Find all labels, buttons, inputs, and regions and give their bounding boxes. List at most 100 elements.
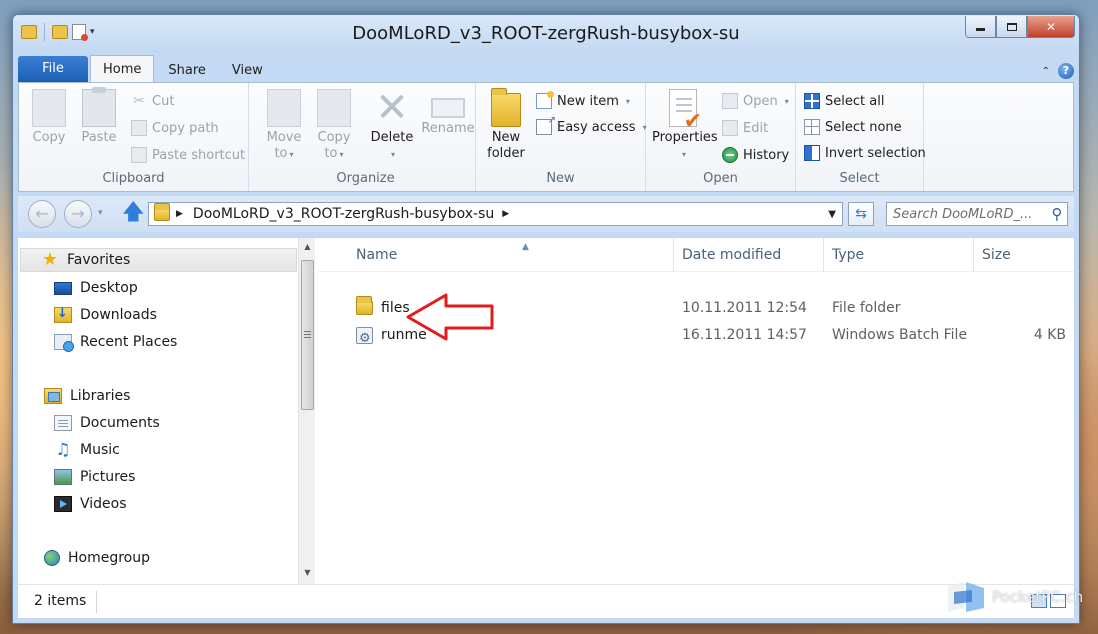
title-bar: ▾ DooMLoRD_v3_ROOT-zergRush-busybox-su ✕ — [13, 15, 1079, 53]
copy-label: Copy — [32, 130, 66, 145]
red-arrow-annotation — [406, 293, 494, 341]
status-divider — [96, 591, 97, 613]
rename-button[interactable]: Rename — [420, 89, 476, 137]
delete-chevron-down-icon: ▾ — [390, 150, 395, 159]
tab-share[interactable]: Share — [156, 59, 218, 83]
history-label: History — [743, 147, 790, 163]
recent-locations-chevron-down-icon[interactable]: ▾ — [98, 208, 103, 218]
star-icon: ★ — [41, 249, 59, 270]
scroll-up-arrow-icon[interactable]: ▲ — [299, 242, 316, 251]
new-item-button[interactable]: New item ▾ — [536, 91, 630, 111]
copy-path-button[interactable]: Copy path — [131, 118, 219, 138]
nav-documents[interactable]: Documents — [54, 411, 160, 435]
breadcrumb-chevron-icon[interactable]: ▶ — [502, 209, 509, 219]
watermark: PocketPC.ch — [944, 580, 1083, 614]
properties-button[interactable]: Properties ▾ — [652, 89, 718, 163]
nav-documents-label: Documents — [80, 415, 160, 431]
invert-selection-button[interactable]: Invert selection — [804, 143, 926, 163]
paste-shortcut-icon — [131, 147, 147, 163]
file-list: Name ▲ Date modified Type Size files 10.… — [318, 238, 1074, 584]
navigation-pane-scrollbar[interactable]: ▲ ▼ — [298, 238, 315, 584]
navigation-bar: ← → ▾ 🡅 ▶ DooMLoRD_v3_ROOT-zergRush-busy… — [18, 196, 1074, 232]
nav-music-label: Music — [80, 442, 120, 458]
minimize-button[interactable] — [965, 16, 996, 38]
maximize-button[interactable] — [996, 16, 1027, 38]
breadcrumb-current-folder[interactable]: DooMLoRD_v3_ROOT-zergRush-busybox-su — [193, 206, 494, 222]
file-type: Windows Batch File — [832, 327, 968, 343]
downloads-icon — [54, 306, 72, 323]
scrollbar-thumb[interactable] — [301, 260, 314, 410]
scroll-down-arrow-icon[interactable]: ▼ — [299, 568, 316, 577]
file-date: 10.11.2011 12:54 — [682, 300, 807, 316]
tab-home[interactable]: Home — [90, 55, 155, 83]
edit-label: Edit — [743, 120, 769, 136]
copy-path-icon — [131, 120, 147, 136]
copy-to-button[interactable]: Copy to ▾ — [310, 89, 358, 163]
nav-pictures[interactable]: Pictures — [54, 465, 135, 489]
select-all-button[interactable]: Select all — [804, 91, 884, 111]
copy-button[interactable]: Copy — [25, 89, 73, 146]
libraries-icon — [44, 388, 62, 404]
column-header-name[interactable]: Name ▲ — [348, 238, 674, 272]
history-button[interactable]: History — [722, 145, 789, 165]
paste-button[interactable]: Paste — [75, 87, 123, 146]
nav-favorites[interactable]: ★ Favorites — [20, 248, 297, 272]
open-button[interactable]: Open ▾ — [722, 91, 789, 111]
refresh-button[interactable]: ⇆ — [848, 202, 874, 226]
help-icon[interactable]: ? — [1058, 63, 1074, 79]
rename-icon — [431, 98, 465, 118]
back-button[interactable]: ← — [28, 200, 56, 228]
nav-libraries[interactable]: Libraries — [44, 384, 130, 408]
easy-access-icon — [536, 115, 556, 135]
forward-button[interactable]: → — [64, 200, 92, 228]
new-item-label: New item — [557, 93, 619, 109]
new-item-chevron-down-icon: ▾ — [625, 96, 630, 106]
minimize-ribbon-chevron-icon[interactable]: ⌃ — [1042, 66, 1050, 77]
address-history-chevron-down-icon[interactable]: ▼ — [822, 209, 842, 220]
nav-downloads-label: Downloads — [80, 307, 157, 323]
ribbon-tabs: File Home Share View ⌃ ? — [18, 55, 1074, 83]
nav-recent-places-label: Recent Places — [80, 334, 178, 350]
invert-selection-icon — [804, 145, 820, 161]
new-folder-label: New — [491, 130, 521, 145]
column-header-type[interactable]: Type — [824, 238, 974, 272]
item-count: 2 items — [34, 593, 87, 609]
nav-desktop[interactable]: Desktop — [54, 276, 138, 300]
nav-music[interactable]: ♫ Music — [54, 438, 120, 462]
nav-homegroup[interactable]: Homegroup — [44, 546, 150, 570]
edit-button[interactable]: Edit — [722, 118, 768, 138]
select-none-label: Select none — [825, 119, 902, 135]
file-date: 16.11.2011 14:57 — [682, 327, 807, 343]
cut-button[interactable]: ✂ Cut — [131, 91, 174, 111]
window-controls: ✕ — [965, 16, 1075, 38]
up-arrow-icon[interactable]: 🡅 — [122, 202, 145, 224]
column-headers: Name ▲ Date modified Type Size — [318, 238, 1074, 272]
search-icon[interactable]: ⚲ — [1047, 205, 1067, 223]
easy-access-button[interactable]: Easy access▾ — [536, 115, 647, 137]
nav-libraries-label: Libraries — [70, 388, 131, 404]
group-select: Select all Select none Invert selection … — [796, 83, 926, 191]
breadcrumb-chevron-icon[interactable]: ▶ — [176, 209, 183, 219]
tab-file[interactable]: File — [18, 56, 88, 83]
group-new: New folder New item ▾ Easy access▾ New — [476, 83, 647, 191]
select-none-button[interactable]: Select none — [804, 117, 902, 137]
nav-recent-places[interactable]: Recent Places — [54, 330, 177, 354]
new-folder-button[interactable]: New folder — [482, 88, 530, 162]
file-size — [974, 295, 1074, 321]
nav-downloads[interactable]: Downloads — [54, 303, 157, 327]
easy-access-label: Easy access — [557, 119, 636, 135]
address-bar[interactable]: ▶ DooMLoRD_v3_ROOT-zergRush-busybox-su ▶… — [148, 202, 843, 226]
tab-view[interactable]: View — [220, 59, 275, 83]
paste-shortcut-button[interactable]: Paste shortcut — [131, 145, 245, 165]
column-header-size[interactable]: Size — [974, 238, 1074, 272]
column-header-date-modified[interactable]: Date modified — [674, 238, 824, 272]
nav-videos[interactable]: Videos — [54, 492, 127, 516]
group-label-organize: Organize — [336, 171, 395, 186]
close-button[interactable]: ✕ — [1027, 16, 1075, 38]
delete-button[interactable]: ✕ Delete ▾ — [368, 88, 416, 163]
desktop-icon — [54, 281, 72, 295]
copy-icon — [32, 89, 66, 127]
open-label: Open — [743, 93, 778, 109]
move-to-button[interactable]: Move to ▾ — [260, 89, 308, 163]
search-input[interactable] — [887, 206, 1047, 222]
